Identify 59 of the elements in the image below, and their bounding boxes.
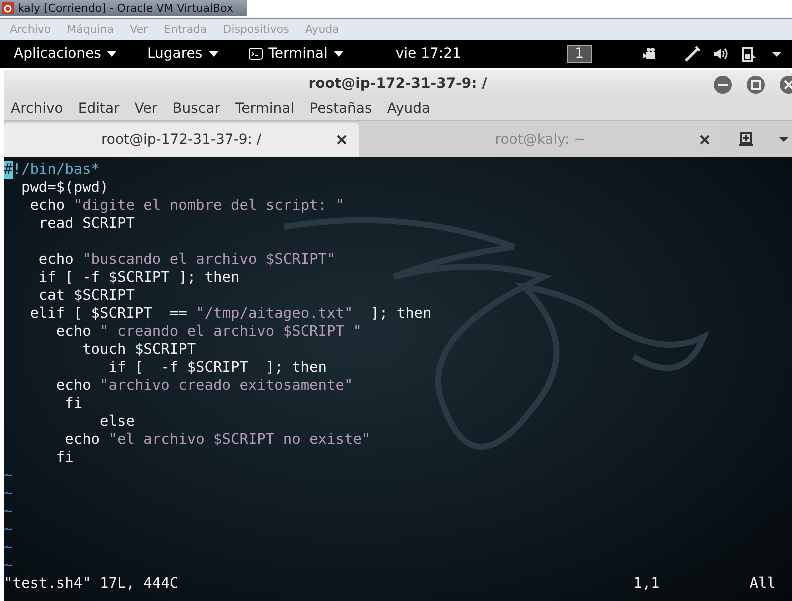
code-text: else: [99, 413, 135, 431]
menu-item[interactable]: Ver: [134, 101, 158, 118]
empty-line-marker: ~: [4, 485, 13, 503]
caret-icon: [208, 51, 219, 57]
code-text: "el archivo $SCRIPT no existe": [108, 431, 371, 449]
top-bar-menu[interactable]: Terminal: [248, 46, 344, 62]
code-text: read SCRIPT: [38, 215, 135, 233]
code-text: !/bin/bas*: [12, 161, 100, 179]
menu-item[interactable]: Archivo: [11, 101, 64, 118]
caret-icon: [334, 51, 344, 57]
empty-line-marker: ~: [4, 503, 13, 521]
code-text: echo: [38, 251, 75, 269]
code-text: "digite el nombre del script: ": [74, 197, 344, 215]
code-text: fi: [64, 395, 83, 413]
new-tab-icon[interactable]: [738, 131, 754, 148]
close-icon[interactable]: [337, 135, 348, 146]
menu-item[interactable]: Editar: [78, 101, 120, 118]
status-message: "test.sh4" 17L, 444C: [4, 575, 179, 593]
window-title: kaly [Corriendo] - Oracle VM VirtualBox: [18, 2, 234, 14]
terminal-icon: [248, 48, 263, 60]
menu-item[interactable]: Ayuda: [387, 101, 431, 118]
cursor-position: 1,1: [634, 575, 660, 593]
empty-line-marker: ~: [4, 539, 13, 557]
code-text: touch $SCRIPT: [82, 341, 196, 359]
code-text: pwd=$(pwd): [20, 179, 109, 197]
code-text: echo: [55, 323, 92, 341]
empty-line-marker: ~: [4, 467, 13, 485]
close-icon[interactable]: [700, 135, 710, 146]
terminal-tab[interactable]: root@ip-172-31-37-9: /: [4, 123, 360, 157]
workspace-indicator[interactable]: 1: [567, 45, 592, 63]
menu-item[interactable]: Buscar: [172, 101, 220, 118]
text-cursor: #: [4, 161, 13, 179]
scroll-position: All: [750, 575, 776, 593]
code-text: elif [ $SCRIPT ==: [29, 305, 188, 323]
code-text: if [ -f $SCRIPT ]; then: [38, 269, 240, 287]
minimize-button[interactable]: [714, 76, 732, 94]
menu-item[interactable]: Pestañas: [310, 101, 372, 118]
code-text: " creando el archivo $SCRIPT ": [100, 323, 362, 341]
code-text: "archivo creado exitosamente": [100, 377, 354, 395]
top-bar-menu[interactable]: Aplicaciones: [14, 46, 118, 62]
code-text: cat $SCRIPT: [38, 287, 135, 305]
code-text: "/tmp/aitageo.txt": [196, 305, 354, 323]
code-text: fi: [55, 449, 74, 467]
code-text: echo: [64, 431, 102, 449]
code-text: echo: [55, 377, 92, 395]
code-text: if [ -f $SCRIPT ]; then: [108, 359, 328, 377]
top-bar-menu[interactable]: Lugares: [147, 46, 219, 62]
menu-item[interactable]: Terminal: [235, 101, 295, 118]
code-text: "buscando el archivo $SCRIPT": [82, 251, 336, 269]
window-title: root@ip-172-31-37-9: /: [308, 76, 488, 92]
empty-line-marker: ~: [4, 557, 13, 575]
code-text: ]; then: [370, 305, 432, 323]
app-logo-icon: [2, 2, 14, 14]
volume-icon[interactable]: [712, 46, 730, 62]
empty-line-marker: ~: [4, 521, 13, 539]
code-text: echo: [29, 197, 66, 215]
maximize-button[interactable]: [747, 76, 765, 94]
clock: vie 17:21: [396, 46, 462, 62]
caret-icon: [107, 51, 118, 57]
